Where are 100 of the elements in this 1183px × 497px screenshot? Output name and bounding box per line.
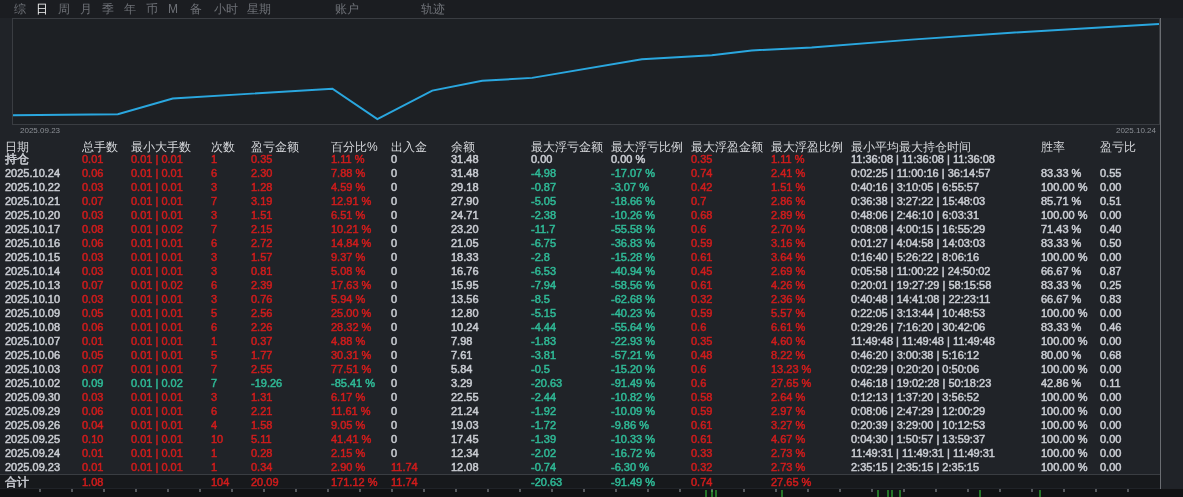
table-cell: 0.04 — [82, 418, 104, 432]
table-cell: 1.51 % — [771, 180, 806, 194]
table-cell: 5.94 % — [331, 292, 366, 306]
table-cell: 17.45 — [451, 432, 479, 446]
table-cell: -10.09 % — [611, 404, 656, 418]
table-cell: 2025.10.07 — [5, 334, 61, 348]
tab[interactable]: 年 — [124, 0, 146, 18]
table-cell: 2025.10.14 — [5, 264, 61, 278]
column-header: 胜率 — [1041, 139, 1066, 156]
table-cell: 0.01 | 0.01 — [131, 432, 183, 446]
tab[interactable]: 账户 — [335, 0, 421, 18]
table-cell: 0.08 — [82, 222, 104, 236]
table-cell: 0.01 | 0.01 — [131, 264, 183, 278]
table-cell: 3.29 — [451, 376, 473, 390]
table-cell: 0.59 — [691, 236, 713, 250]
table-cell: -0.74 — [531, 460, 557, 474]
table-cell: 2025.10.17 — [5, 222, 61, 236]
table-cell: 2025.09.26 — [5, 418, 61, 432]
tab[interactable]: 备 — [190, 0, 214, 18]
table-cell: -20.63 — [531, 376, 563, 390]
table-cell: 11:49:31 | 11:49:31 | 11:49:31 — [851, 446, 995, 460]
table-cell: 1 — [211, 446, 218, 460]
table-cell: 100.00 % — [1041, 404, 1088, 418]
table-cell: 0 — [391, 348, 398, 362]
table-cell: 0.46 — [1100, 320, 1122, 334]
table-cell: 2.15 % — [331, 446, 366, 460]
tab[interactable]: M — [168, 0, 190, 18]
table-cell: 0.61 — [691, 432, 713, 446]
tab[interactable]: 季 — [102, 0, 124, 18]
table-cell: 3 — [211, 180, 218, 194]
table-cell: 27.65 % — [771, 376, 812, 390]
table-cell: 2025.10.08 — [5, 320, 61, 334]
axis-label: 2025.09.23 — [20, 125, 61, 137]
table-cell: -10.26 % — [611, 208, 656, 222]
table-cell: 0 — [391, 404, 398, 418]
table-cell: 0.25 — [1100, 278, 1122, 292]
table-cell: 持仓 — [5, 152, 29, 166]
table-cell: -85.41 % — [331, 376, 376, 390]
table-cell: 66.67 % — [1041, 264, 1082, 278]
table-cell: 2025.09.30 — [5, 390, 61, 404]
table-cell: 83.33 % — [1041, 278, 1082, 292]
table-cell-text: 1.11 % — [331, 153, 365, 166]
tab[interactable]: 币 — [146, 0, 168, 18]
table-cell: 0.07 — [82, 278, 104, 292]
table-cell: 12.80 — [451, 306, 479, 320]
table-cell: 100.00 % — [1041, 250, 1088, 264]
table-cell: 0.50 — [1100, 236, 1122, 250]
table-cell: 27.65 % — [771, 475, 812, 489]
column-header: 最大浮盈比例 — [771, 139, 844, 155]
table-cell: 100.00 % — [1041, 418, 1088, 432]
axis-label: 2025.10.24 — [1115, 125, 1156, 137]
table-cell: 42.86 % — [1041, 376, 1082, 390]
table-cell: 12.08 — [451, 460, 479, 474]
table-cell: 0:08:08 | 4:00:15 | 16:55:29 — [851, 222, 986, 236]
table-cell: -6.53 — [531, 264, 557, 278]
table-cell-text: 0.00 % — [611, 153, 646, 166]
table-cell: 6.61 % — [771, 320, 806, 334]
table-cell: 10.24 — [451, 320, 479, 334]
table-cell: 2025.10.06 — [5, 348, 61, 362]
tab[interactable]: 轨迹 — [421, 0, 461, 18]
tab[interactable]: 小时 — [214, 0, 247, 18]
tab[interactable]: 综 — [14, 0, 36, 18]
tab[interactable]: 月 — [80, 0, 102, 18]
table-cell: 0.06 — [82, 236, 104, 250]
table-cell: 0 — [391, 390, 398, 404]
table-cell: 100.00 % — [1041, 362, 1088, 376]
table-cell: 0.06 — [82, 320, 104, 334]
table-cell: 0.01 | 0.01 — [131, 250, 183, 264]
table-cell: 6 — [211, 236, 218, 250]
table-cell: 0:04:30 | 1:50:57 | 13:59:37 — [851, 432, 986, 446]
table-cell: 0.10 — [82, 432, 104, 446]
table-cell: 0.00 — [1100, 418, 1122, 432]
table-cell: 2.56 — [251, 306, 273, 320]
table-cell-text: 0.01 — [82, 153, 104, 166]
table-cell: 0:46:18 | 19:02:28 | 50:18:23 — [851, 376, 992, 390]
column-header: 总手数 — [82, 139, 119, 155]
table-cell: 0.01 — [82, 334, 104, 348]
table-cell: 0.03 — [82, 208, 104, 222]
table-cell: 83.33 % — [1041, 320, 1082, 334]
tab[interactable]: 日 — [36, 0, 58, 18]
table-cell: -15.28 % — [611, 250, 656, 264]
table-cell: 29.18 — [451, 180, 479, 194]
table-cell: -22.93 % — [611, 334, 656, 348]
tab[interactable]: 星期 — [247, 0, 335, 18]
table-cell: 0.87 — [1100, 264, 1122, 278]
table-cell: 0 — [391, 362, 398, 376]
table-cell: 2025.10.21 — [5, 194, 61, 208]
table-cell: -2.38 — [531, 208, 557, 222]
table-cell: 2.15 — [251, 222, 273, 236]
table-cell: 1.08 — [82, 475, 104, 489]
table-cell: 7 — [211, 376, 218, 390]
table-cell: -1.83 — [531, 334, 557, 348]
table-cell: -55.58 % — [611, 222, 656, 236]
column-header: 百分比% — [331, 139, 379, 155]
tab[interactable]: 周 — [58, 0, 80, 18]
table-cell: 0 — [391, 278, 398, 292]
table-cell: 0 — [391, 236, 398, 250]
table-cell: 0.59 — [691, 306, 713, 320]
table-cell: 7.88 % — [331, 166, 366, 180]
table-cell: 2025.09.25 — [5, 432, 61, 446]
